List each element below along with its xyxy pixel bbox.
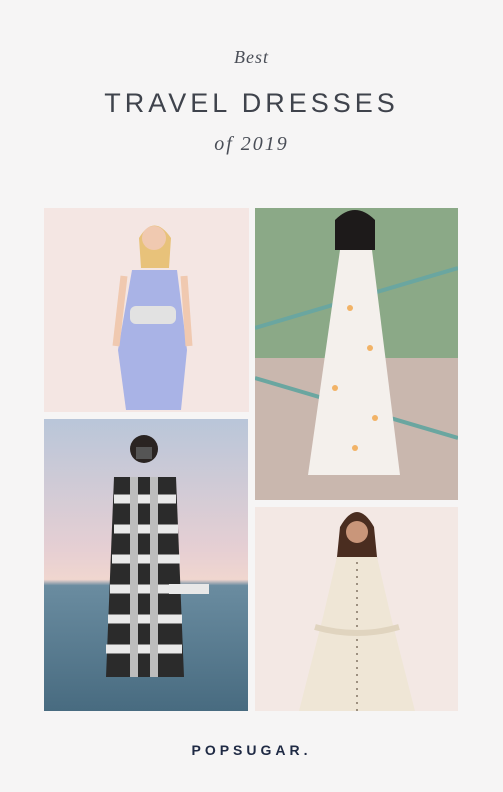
photo-cream-ruffle-dress	[255, 507, 458, 711]
photo-gingham-dress	[44, 419, 248, 711]
year-label: of 2019	[214, 133, 289, 155]
brand-logo[interactable]: POPSUGAR.	[0, 742, 503, 758]
photo-white-print-dress	[255, 208, 458, 500]
page-title: TRAVEL DRESSES	[104, 88, 399, 118]
photo-lavender-dress	[44, 208, 249, 412]
best-label: Best	[234, 47, 269, 67]
